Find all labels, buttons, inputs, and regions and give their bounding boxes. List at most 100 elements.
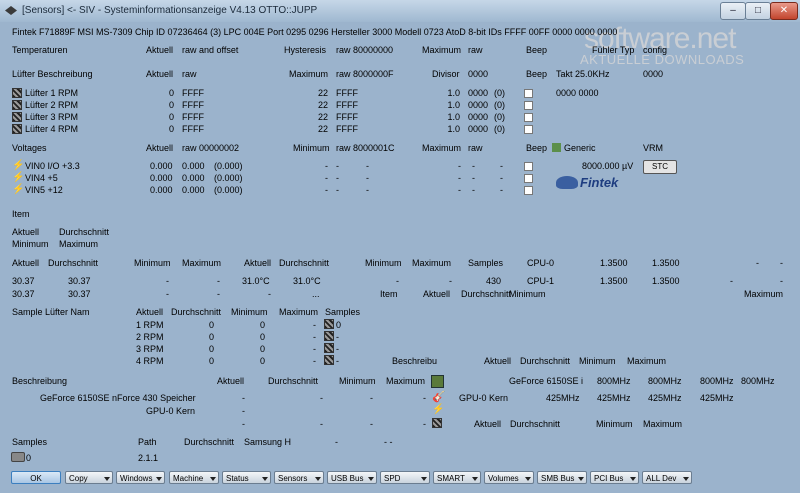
cpu-r2-n: - — [780, 276, 783, 286]
smart-button[interactable]: SMART — [433, 471, 481, 484]
cpu-r2-h: - — [449, 276, 452, 286]
usb-bus-button-label: USB Bus — [331, 474, 364, 483]
cpu-r3-d: - — [217, 289, 220, 299]
fan-raw: FFFF — [182, 112, 204, 122]
copy-button[interactable]: Copy — [65, 471, 113, 484]
dropdown-arrow-icon — [104, 477, 110, 481]
fan-div: 1.0 — [447, 112, 460, 122]
fintek-logo-text: Fintek — [580, 175, 619, 190]
fan-beep-checkbox[interactable] — [524, 113, 533, 122]
fan-beep-checkbox[interactable] — [524, 125, 533, 134]
volt-maxraw: - — [472, 161, 475, 171]
pci-bus-button[interactable]: PCI Bus — [590, 471, 639, 484]
disk-h1: Samples — [12, 437, 48, 447]
cpu-r1-j: CPU-0 — [527, 258, 555, 268]
all-dev-button[interactable]: ALL Dev — [642, 471, 692, 484]
sfan-h3: Durchschnitt — [171, 307, 222, 317]
cpu-r1-b: Durchschnitt — [48, 258, 99, 268]
temps-col-raw2: raw 80000000 — [336, 45, 394, 55]
fan-max: 22 — [317, 100, 328, 110]
dropdown-arrow-icon — [630, 477, 636, 481]
guitar-icon: 🎸 — [432, 391, 446, 403]
sfan-h4: Minimum — [231, 307, 268, 317]
fan-divraw: 0000 — [468, 100, 489, 110]
cpu-r1-i: Samples — [468, 258, 504, 268]
fan-beep-checkbox[interactable] — [524, 89, 533, 98]
sfan-name: 4 RPM — [136, 356, 164, 366]
sensors-button[interactable]: Sensors — [274, 471, 324, 484]
volt-name: VIN4 +5 — [25, 173, 58, 183]
gpu-right3-a: Aktuell — [474, 419, 502, 429]
fan-divval: (0) — [494, 124, 505, 134]
machine-button[interactable]: Machine — [169, 471, 219, 484]
volts-col-vrm: VRM — [643, 143, 663, 153]
dropdown-arrow-icon — [578, 477, 584, 481]
minimize-button[interactable]: – — [720, 2, 746, 20]
volts-col-raw3: raw — [468, 143, 483, 153]
volt-minraw2: - — [366, 161, 369, 171]
volts-col-maximum: Maximum — [422, 143, 462, 153]
gpu-row1-d3: - — [423, 393, 426, 403]
usb-bus-button[interactable]: USB Bus — [327, 471, 377, 484]
disk-h3: Durchschnitt — [184, 437, 235, 447]
smb-bus-button[interactable]: SMB Bus — [537, 471, 587, 484]
gpu-right2-c: 425MHz — [597, 393, 631, 403]
ok-button[interactable]: OK — [11, 471, 61, 484]
volt-beep-checkbox[interactable] — [524, 162, 533, 171]
volt-raw: 0.000 — [182, 161, 205, 171]
volt-maxraw2: - — [500, 161, 503, 171]
dropdown-arrow-icon — [525, 477, 531, 481]
gpu-h4: Minimum — [339, 376, 376, 386]
volt-raw: 0.000 — [182, 173, 205, 183]
gpu-right2-d: 425MHz — [648, 393, 682, 403]
fan-icon — [324, 319, 334, 329]
volt-max: - — [458, 173, 461, 183]
gpu-right3-d: Maximum — [643, 419, 683, 429]
fans-extra: 0000 0000 — [556, 88, 599, 98]
gpu-right1-c: 800MHz — [648, 376, 682, 386]
cpu-r2-i: 430 — [486, 276, 502, 286]
cpu-r2-d: - — [217, 276, 220, 286]
fan-icon — [324, 355, 334, 365]
volt-minraw: - — [336, 185, 339, 195]
volt-maxraw2: - — [500, 185, 503, 195]
fan-beep-checkbox[interactable] — [524, 101, 533, 110]
gpu-right2-a: GPU-0 Kern — [459, 393, 509, 403]
cpu-r3-h: Aktuell — [423, 289, 451, 299]
sfan-c: - — [313, 320, 316, 330]
chip-info: Fintek F71889F MSI MS-7309 Chip ID 07236… — [12, 27, 618, 37]
fan-icon — [12, 112, 22, 122]
close-button[interactable]: ✕ — [770, 2, 798, 20]
gpu-row2-name: GPU-0 Kern — [146, 406, 196, 416]
volt-beep-checkbox[interactable] — [524, 174, 533, 183]
status-button[interactable]: Status — [222, 471, 271, 484]
volt-beep-checkbox[interactable] — [524, 186, 533, 195]
volumes-button[interactable]: Volumes — [484, 471, 534, 484]
gpu-right1-e: 800MHz — [741, 376, 775, 386]
stc-button[interactable]: STC — [643, 160, 677, 174]
volt-cur: 0.000 — [150, 161, 173, 171]
volt-min: - — [325, 185, 328, 195]
cpu-r3-j: Minimum — [509, 289, 546, 299]
pci-bus-button-label: PCI Bus — [594, 474, 624, 483]
gpu-h3: Durchschnitt — [268, 376, 319, 386]
fan-divraw: 0000 — [468, 112, 489, 122]
gpu-row3-d1: - — [320, 419, 323, 429]
cpu-r1-k: 1.3500 — [600, 258, 628, 268]
volumes-button-label: Volumes — [488, 474, 519, 483]
windows-button[interactable]: Windows — [116, 471, 165, 484]
machine-button-label: Machine — [173, 474, 204, 483]
cpu-aktuell-label: Aktuell — [12, 227, 40, 237]
sfan-right-d: Minimum — [579, 356, 616, 366]
fan-max: 22 — [317, 124, 328, 134]
button-bar: OK Copy Windows Machine Status Sensors U… — [6, 468, 794, 488]
app-window: [Sensors] <- SIV - Systeminformationsanz… — [0, 0, 800, 493]
cpu-r2-e: 31.0°C — [242, 276, 270, 286]
fans-col-raw2: raw 8000000F — [336, 69, 394, 79]
sfan-name: 1 RPM — [136, 320, 164, 330]
gpu-right3-c: Minimum — [596, 419, 633, 429]
spd-button[interactable]: SPD — [380, 471, 430, 484]
spd-button-label: SPD — [384, 474, 401, 483]
maximize-button[interactable]: □ — [745, 2, 771, 20]
sfan-h6: Samples — [325, 307, 361, 317]
